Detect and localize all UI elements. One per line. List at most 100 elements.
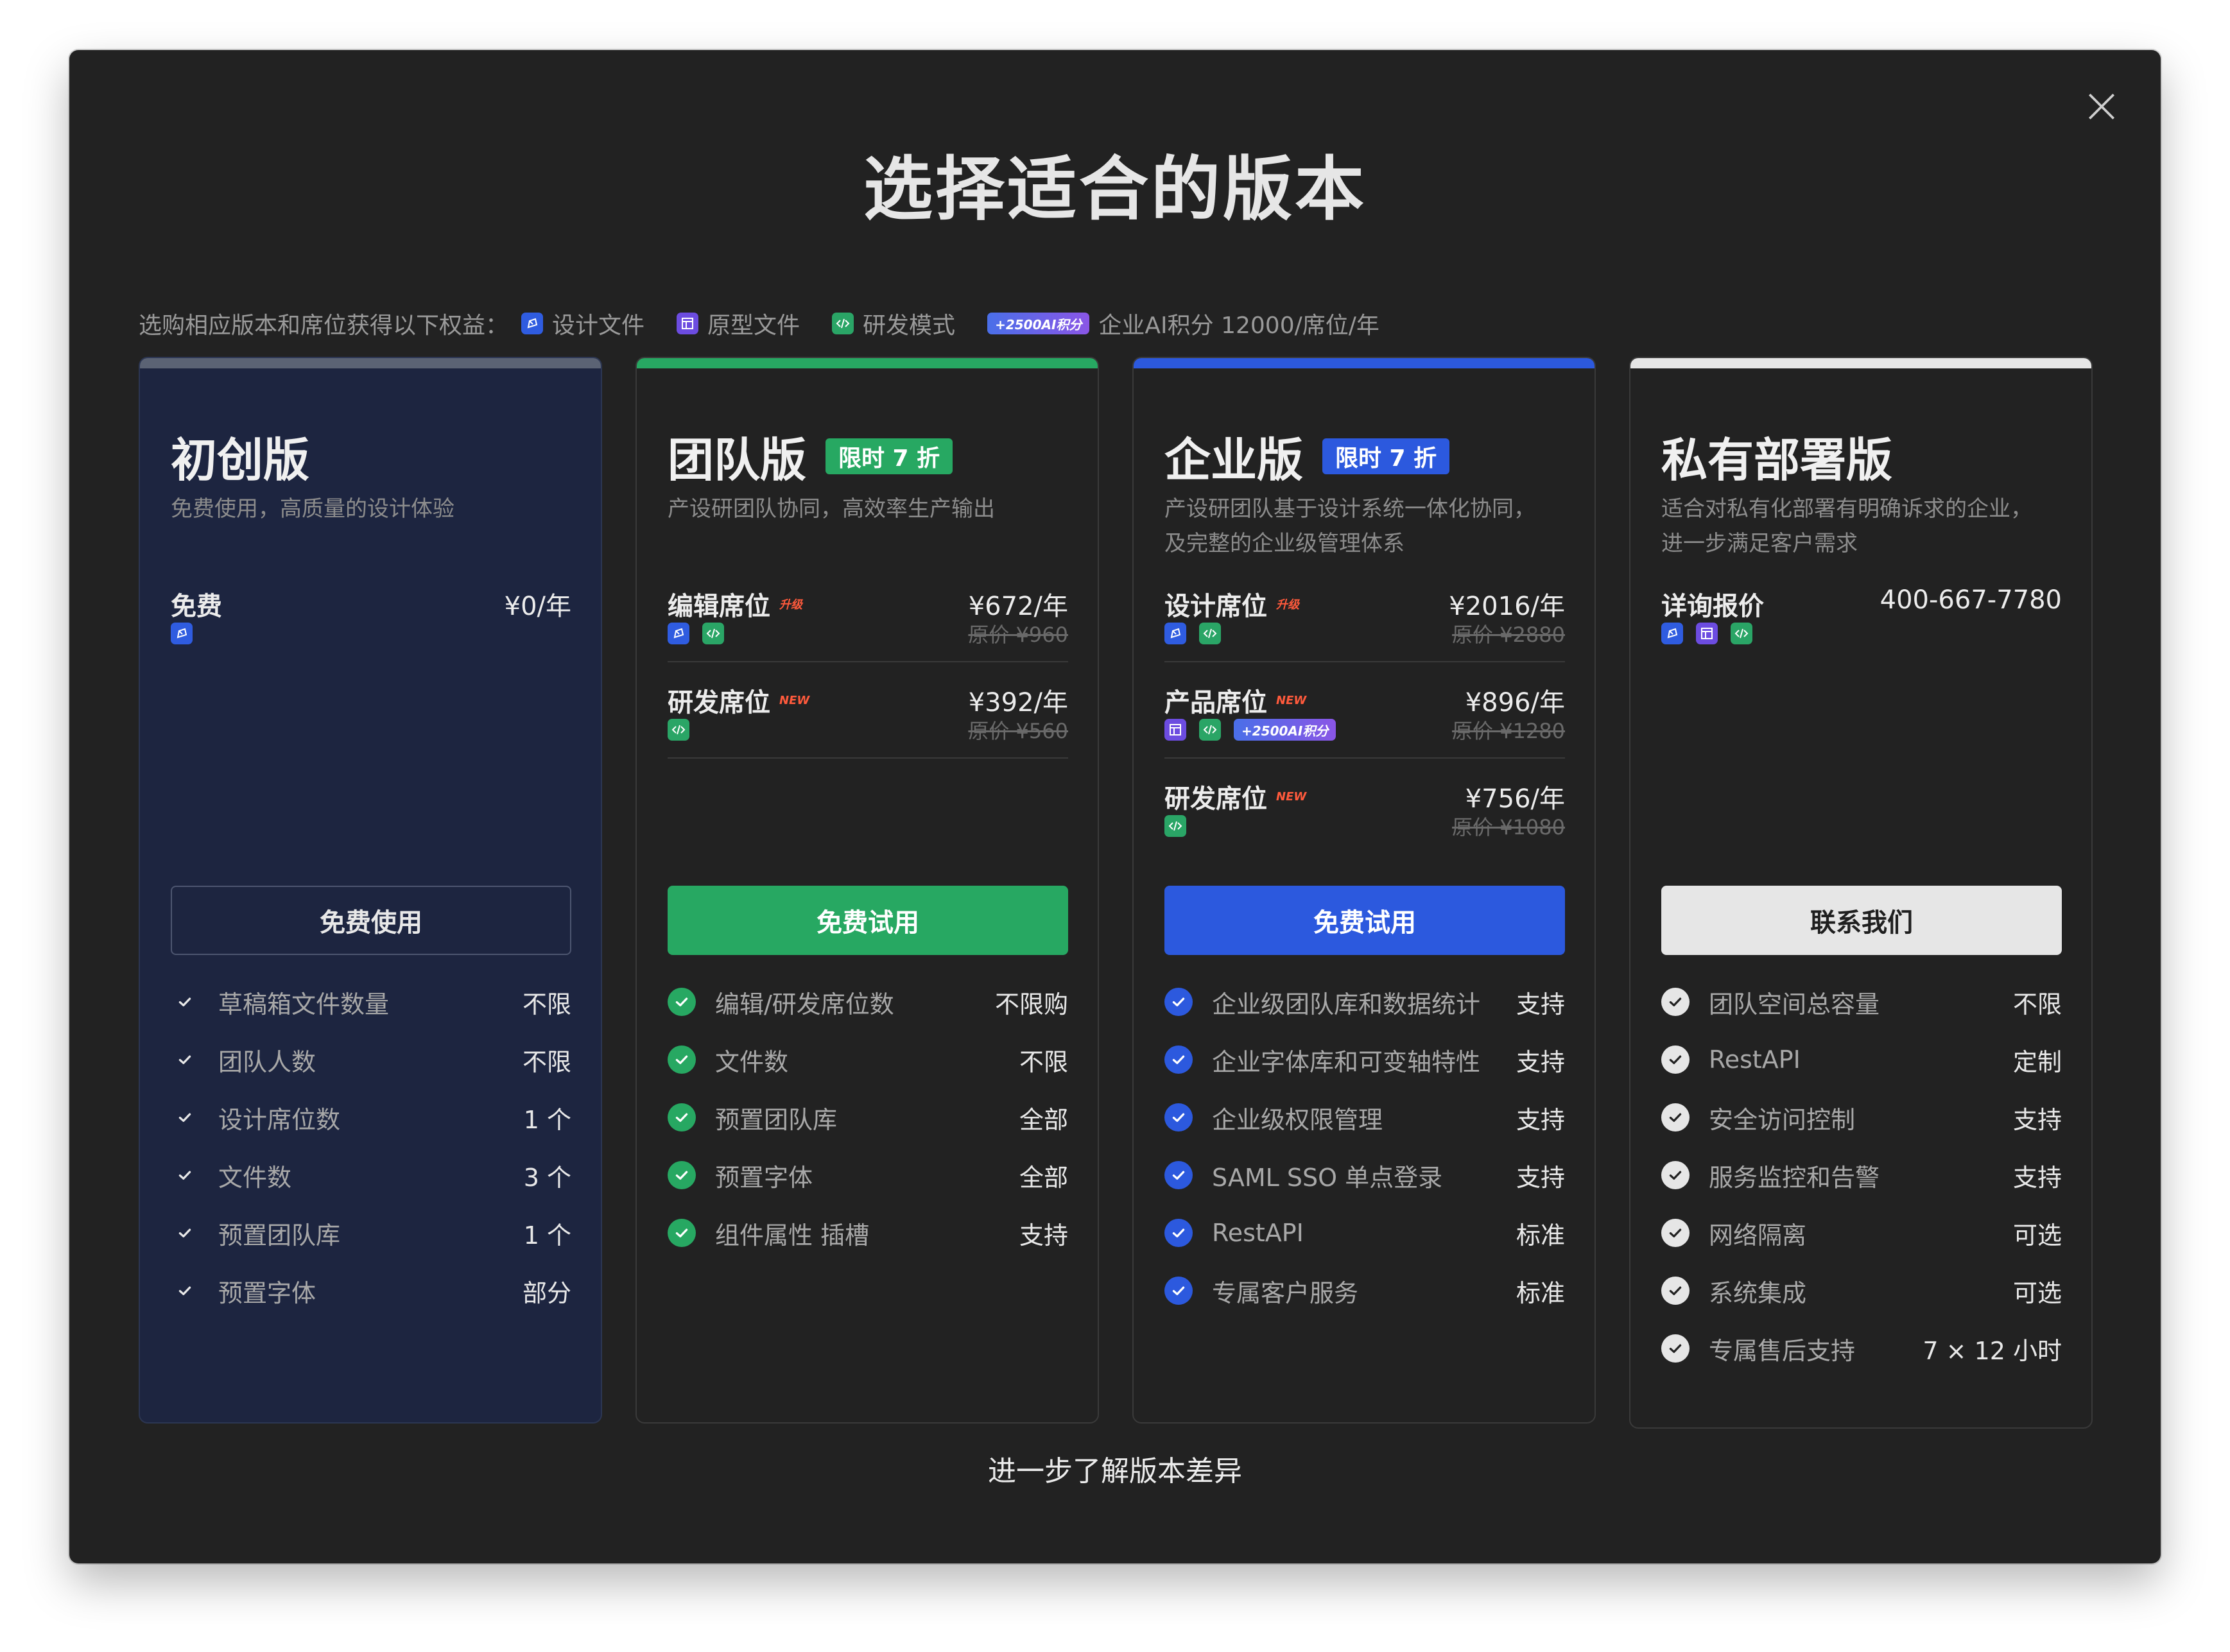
seat-name-row: 研发席位 NEW [1164,778,1306,815]
feature-label: 草稿箱文件数量 [218,990,390,1019]
plan-card-private: 私有部署版 适合对私有化部署有明确诉求的企业， 进一步满足客户需求 详询报价 4… [1629,357,2093,1429]
check-icon [1661,1161,1690,1189]
ai-credit-badge: +2500AI积分 [1234,719,1336,741]
plan-name: 团队版 [668,433,807,487]
seat-original-price: 原价 ¥1280 [1452,719,1565,743]
compare-versions-link[interactable]: 进一步了解版本差异 [69,1448,2161,1489]
feature-row: 企业级权限管理 支持 [1164,1088,1565,1146]
feature-value: 标准 [1516,1221,1565,1250]
promo-badge: 限时 7 折 [1322,438,1450,474]
check-icon [1164,1103,1193,1131]
check-icon [171,1161,199,1189]
divider [668,661,1068,662]
seat-original-price: 原价 ¥960 [968,623,1068,647]
close-button[interactable] [2081,86,2122,127]
dev-mode-icon [832,313,854,334]
feature-value: 不限 [1019,1047,1068,1076]
feature-value: 可选 [2012,1221,2062,1250]
seat-original-price: 原价 ¥2880 [1452,623,1565,647]
free-trial-button-enterprise[interactable]: 免费试用 [1164,886,1565,955]
feature-row: 系统集成 可选 [1661,1262,2062,1320]
feature-label: RestAPI [1212,1219,1304,1247]
feature-label: 专属客户服务 [1212,1278,1359,1307]
prototype-file-icon [1696,623,1718,644]
feature-value: 不限 [522,990,571,1019]
feature-row: 文件数 不限 [668,1031,1068,1088]
card-top-bar [1630,358,2091,368]
feature-label: 预置团队库 [218,1221,341,1250]
feature-value: 支持 [1019,1221,1068,1250]
feature-row: 组件属性 插槽 支持 [668,1204,1068,1262]
new-tag: NEW [1276,693,1307,707]
check-icon [1661,1045,1690,1074]
prototype-file-icon [677,313,699,334]
seat-row: 详询报价 400-667-7780 [1661,585,2062,682]
feature-label: 网络隔离 [1709,1221,1807,1250]
benefit-proto-label: 原型文件 [707,313,800,339]
design-file-icon [1164,623,1186,644]
feature-row: 草稿箱文件数量 不限 [171,973,571,1031]
benefit-design-label: 设计文件 [552,313,645,339]
plan-name: 初创版 [171,433,310,487]
seat-name-row: 产品席位 NEW [1164,682,1306,719]
dev-mode-icon [1199,623,1221,644]
feature-row: 安全访问控制 支持 [1661,1088,2062,1146]
free-use-button[interactable]: 免费使用 [171,886,571,955]
benefit-ai-label: 企业AI积分 12000/席位/年 [1098,313,1379,339]
feature-row: 企业字体库和可变轴特性 支持 [1164,1031,1565,1088]
plan-title-row: 团队版 限时 7 折 [668,422,953,490]
feature-row: 专属售后支持 7 × 12 小时 [1661,1320,2062,1377]
feature-value: 支持 [1516,1047,1565,1076]
card-top-bar [637,358,1098,368]
design-file-icon [521,313,544,334]
new-tag: NEW [1276,789,1307,804]
check-icon [1164,1219,1193,1247]
feature-label: 组件属性 插槽 [715,1221,870,1250]
seat-name-row: 研发席位 NEW [668,682,809,719]
seat-rights [668,623,737,644]
feature-label: 企业级团队库和数据统计 [1212,990,1481,1019]
feature-label: 预置字体 [715,1163,813,1192]
seat-original-price: 原价 ¥1080 [1452,815,1565,839]
seat-rights [1164,815,1199,837]
feature-row: 团队空间总容量 不限 [1661,973,2062,1031]
prototype-file-icon [1164,719,1186,741]
feature-list: 企业级团队库和数据统计 支持 企业字体库和可变轴特性 支持 企业级权限管理 支持 SAML … [1164,973,1565,1320]
seat-row-design: 设计席位 升级 ¥2016/年 原价 ¥2880 [1164,585,1565,682]
plan-card-enterprise: 企业版 限时 7 折 产设研团队基于设计系统一体化协同， 及完整的企业级管理体系… [1132,357,1596,1424]
desc-line: 及完整的企业级管理体系 [1164,531,1405,556]
feature-row: 专属客户服务 标准 [1164,1262,1565,1320]
divider [1164,661,1565,662]
feature-list: 草稿箱文件数量 不限 团队人数 不限 设计席位数 1 个文件数 3 个预置团队库 1 个预置字… [171,973,571,1320]
contact-phone: 400-667-7780 [1880,585,2062,615]
card-top-bar [140,358,601,368]
benefit-proto: 原型文件 [677,307,800,340]
seat-rights: +2500AI积分 [1164,719,1336,741]
feature-value: 1 个 [523,1221,571,1250]
ai-credit-badge: +2500AI积分 [987,313,1090,334]
new-tag: NEW [779,693,810,707]
seat-name: 详询报价 [1661,592,1764,621]
plan-description: 产设研团队基于设计系统一体化协同， 及完整的企业级管理体系 [1164,492,1575,561]
contact-us-button[interactable]: 联系我们 [1661,886,2062,955]
feature-value: 定制 [2012,1047,2062,1076]
desc-line: 进一步满足客户需求 [1661,531,1858,556]
free-trial-button-team[interactable]: 免费试用 [668,886,1068,955]
feature-label: 安全访问控制 [1709,1105,1856,1134]
feature-row: 网络隔离 可选 [1661,1204,2062,1262]
dev-mode-icon [668,719,689,741]
plan-name: 私有部署版 [1661,433,1893,487]
check-icon [1661,1277,1690,1305]
divider [668,757,1068,759]
check-icon [668,1045,696,1074]
feature-row: 预置团队库 1 个 [171,1204,571,1262]
feature-label: 编辑/研发席位数 [715,990,894,1019]
pricing-dialog: 选择适合的版本 选购相应版本和席位获得以下权益： 设计文件 原型文件 研发模式 … [69,50,2161,1563]
check-icon [171,1045,199,1074]
plan-title-row: 企业版 限时 7 折 [1164,422,1450,490]
seat-name: 编辑席位 [668,592,770,621]
feature-value: 不限 [522,1047,571,1076]
seat-row-dev: 研发席位 NEW ¥756/年 原价 ¥1080 [1164,778,1565,874]
feature-value: 可选 [2012,1278,2062,1307]
feature-label: 企业级权限管理 [1212,1105,1383,1134]
